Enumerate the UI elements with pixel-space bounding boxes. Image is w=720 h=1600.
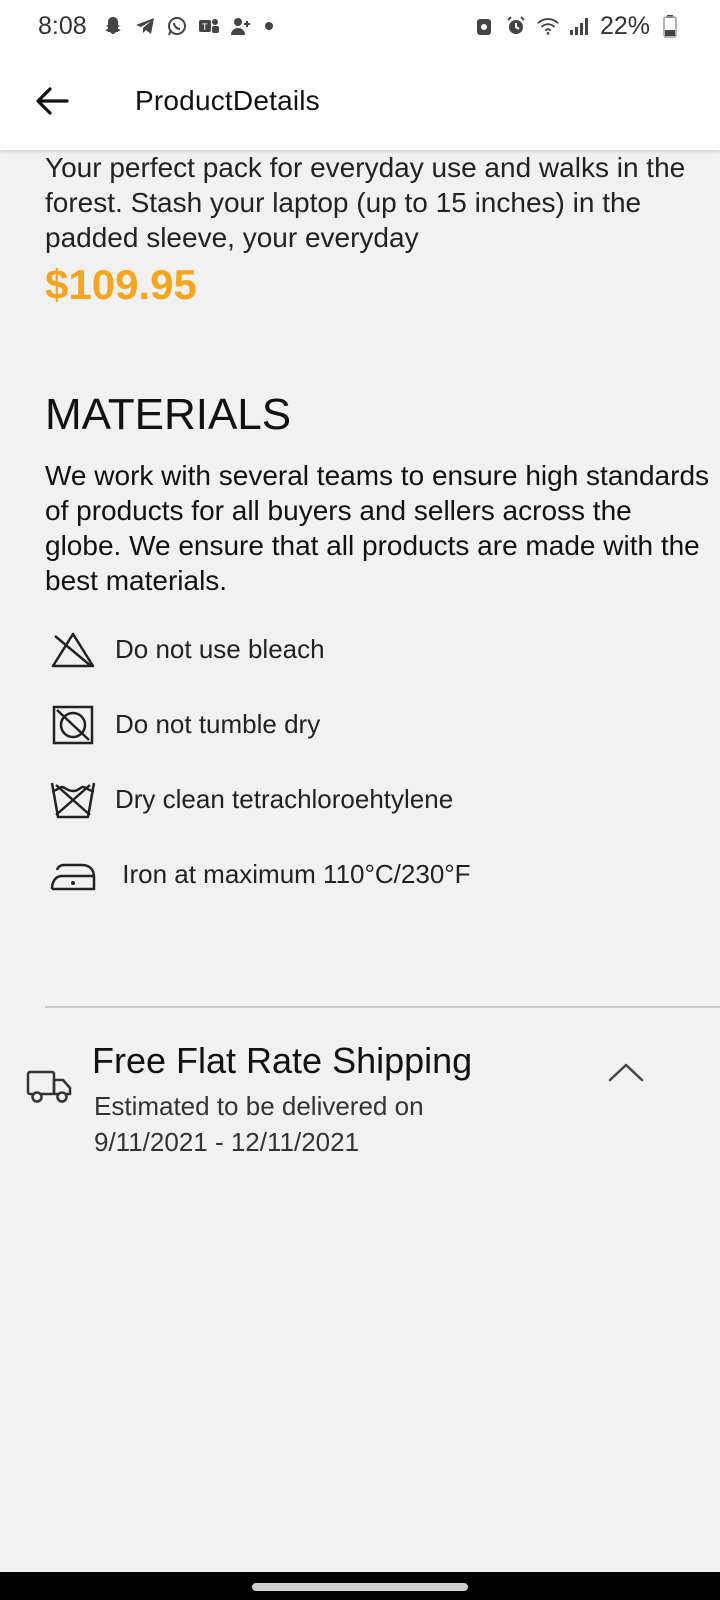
materials-line: globe. We ensure that all products are m… [45,530,700,561]
lock-battery-icon [472,14,496,38]
product-price: $109.95 [45,261,197,308]
alarm-icon [504,14,528,38]
care-label: Do not use bleach [115,634,325,664]
care-item-tumble-dry: Do not tumble dry [47,687,687,762]
no-tumble-dry-icon [47,703,99,747]
svg-text:T: T [201,23,208,33]
system-icons: 22% [472,12,682,41]
no-bleach-icon [47,628,99,672]
description-line: Your perfect pack for everyday use and w… [45,152,686,183]
chevron-up-icon[interactable] [606,1060,646,1084]
shipping-title: Free Flat Rate Shipping [92,1040,473,1081]
description-line: padded sleeve, your everyday [45,222,419,253]
care-label: Do not tumble dry [115,709,321,739]
materials-title: MATERIALS [45,390,292,439]
materials-description: We work with several teams to ensure hig… [45,458,720,598]
care-item-iron: Iron at maximum 110°C/230°F [47,837,687,912]
materials-line: of products for all buyers and sellers a… [45,495,632,526]
care-item-bleach: Do not use bleach [47,612,687,687]
materials-line: best materials. [45,565,228,596]
battery-icon [658,14,682,38]
care-label: Dry clean tetrachloroehtylene [115,784,454,814]
snapchat-icon [101,14,125,38]
telegram-icon [133,14,157,38]
shipping-dates: 9/11/2021 - 12/11/2021 [94,1127,360,1157]
page-title: ProductDetails [135,85,320,116]
status-bar: 8:08 T 22% [0,0,720,52]
add-contact-icon [229,14,253,38]
home-indicator[interactable] [252,1583,468,1591]
system-navigation-bar [0,1572,720,1600]
app-bar: ProductDetails [0,52,720,150]
arrow-back-icon [36,87,69,115]
iron-icon [47,853,99,897]
product-description: Your perfect pack for everyday use and w… [45,150,720,255]
care-instructions: Do not use bleach Do not tumble dry Dry … [47,612,687,912]
product-summary: Your perfect pack for everyday use and w… [45,150,720,309]
signal-icon [568,14,592,38]
materials-line: We work with several teams to ensure hig… [45,460,710,491]
care-label: Iron at maximum 110°C/230°F [115,859,471,889]
battery-percent: 22% [599,11,650,40]
shipping-estimate-line: Estimated to be delivered on [94,1091,424,1121]
care-item-dry-clean: Dry clean tetrachloroehtylene [47,762,687,837]
description-line: forest. Stash your laptop (up to 15 inch… [45,187,642,218]
back-button[interactable] [22,71,82,131]
section-divider [45,1006,720,1008]
dry-clean-icon [47,778,99,822]
shipping-estimate: Estimated to be delivered on 9/11/2021 -… [94,1088,424,1160]
wifi-icon [536,14,560,38]
status-time: 8:08 [38,11,87,40]
truck-icon [26,1070,72,1103]
notification-icons: T [101,14,273,38]
whatsapp-icon [165,14,189,38]
more-notifications-dot [264,22,273,30]
teams-icon: T [197,14,221,38]
